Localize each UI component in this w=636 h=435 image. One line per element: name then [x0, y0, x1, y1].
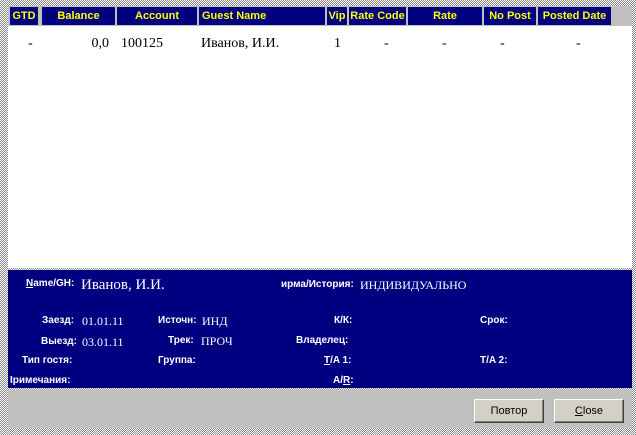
term-label: Срок:	[480, 315, 508, 326]
owner-label: Владелец:	[296, 335, 349, 346]
ta1-label: T/A 1:	[324, 355, 352, 366]
name-label: Name/GH:	[26, 278, 75, 289]
cell-vip: 1	[334, 36, 341, 51]
cell-balance: 0,0	[91, 36, 110, 51]
grid-header: GTD Balance Account Guest Name Vip Rate …	[8, 6, 632, 26]
cell-account: 100125	[121, 36, 163, 51]
guest-type-label: Тип гостя:	[22, 355, 73, 366]
guest-details-panel: Name/GH: Иванов, И.И. ирма/История: ИНДИ…	[8, 270, 632, 388]
close-button[interactable]: Close	[554, 399, 624, 423]
source-value: ИНД	[202, 314, 228, 328]
table-row[interactable]: - 0,0 100125 Иванов, И.И. 1 - - - -	[8, 34, 632, 54]
cell-rate: -	[442, 36, 447, 51]
repeat-button[interactable]: Повтор	[474, 399, 544, 423]
col-vip[interactable]: Vip	[327, 7, 349, 25]
col-rate-code[interactable]: Rate Code	[349, 7, 408, 25]
guest-grid: GTD Balance Account Guest Name Vip Rate …	[8, 6, 632, 268]
cell-posted-date: -	[576, 36, 581, 51]
group-label: Группа:	[158, 355, 196, 366]
cell-gtd: -	[28, 36, 33, 51]
track-label: Трек:	[168, 335, 194, 346]
departure-value: 03.01.11	[82, 335, 124, 349]
ar-label: A/R:	[333, 375, 354, 386]
col-rate[interactable]: Rate	[408, 7, 484, 25]
cell-guest-name: Иванов, И.И.	[201, 36, 280, 51]
arrival-value: 01.01.11	[82, 314, 124, 328]
col-guest-name[interactable]: Guest Name	[199, 7, 327, 25]
col-gtd[interactable]: GTD	[10, 7, 40, 25]
kk-label: К/К:	[334, 315, 353, 326]
guest-balance-window: GTD Balance Account Guest Name Vip Rate …	[8, 6, 632, 428]
notes-label: Іримечания:	[10, 375, 71, 386]
departure-label: Выезд:	[41, 336, 77, 347]
col-posted-date[interactable]: Posted Date	[538, 7, 613, 25]
col-account[interactable]: Account	[117, 7, 199, 25]
button-bar: Повтор Close	[8, 390, 632, 428]
track-value: ПРОЧ	[201, 334, 233, 348]
ta2-label: T/A 2:	[480, 355, 508, 366]
arrival-label: Заезд:	[42, 315, 75, 326]
firm-value: ИНДИВИДУАЛЬНО	[360, 278, 467, 292]
name-value: Иванов, И.И.	[81, 277, 165, 293]
source-label: Источн:	[158, 315, 197, 326]
firm-label: ирма/История:	[281, 279, 354, 290]
cell-rate-code: -	[384, 36, 389, 51]
col-no-post[interactable]: No Post	[484, 7, 538, 25]
cell-no-post: -	[500, 36, 505, 51]
col-balance[interactable]: Balance	[42, 7, 117, 25]
